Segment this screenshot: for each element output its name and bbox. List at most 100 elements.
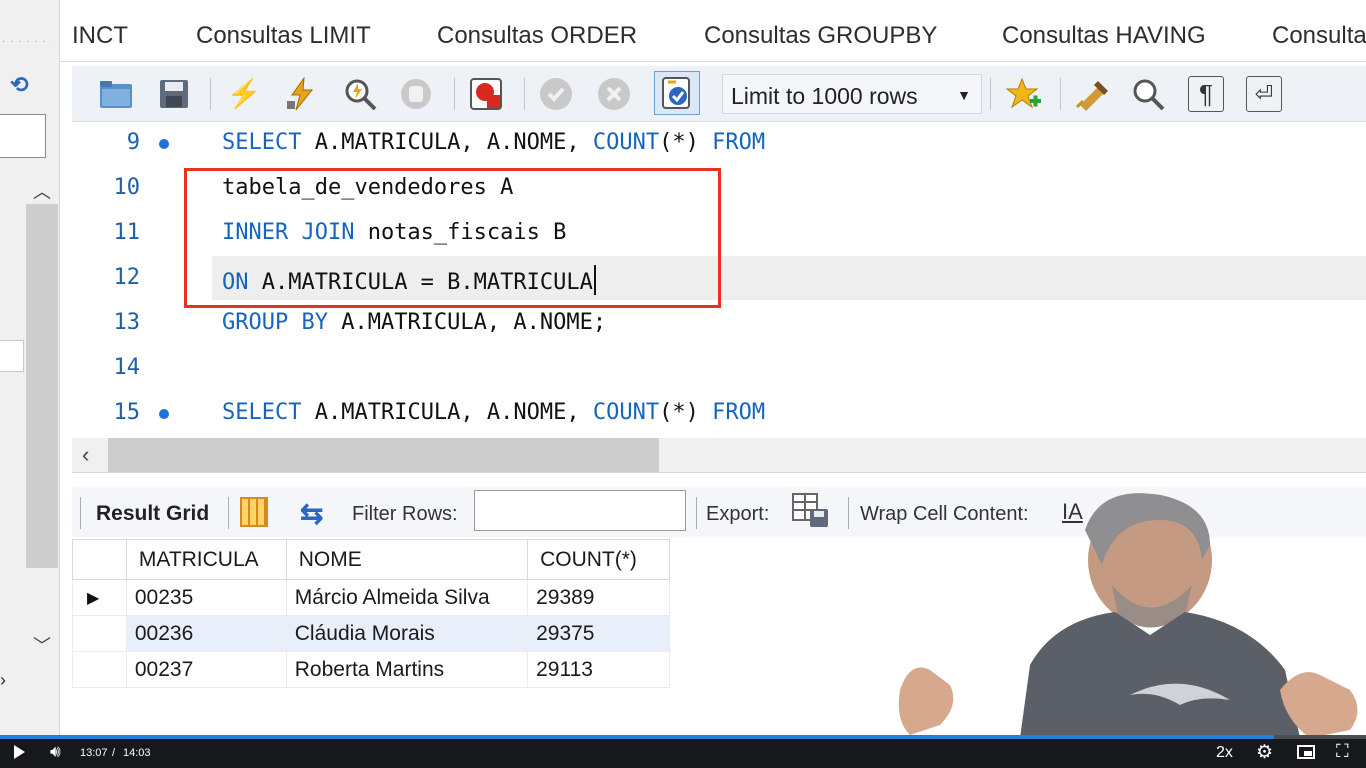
cell-nome[interactable]: Márcio Almeida Silva [285, 579, 529, 616]
cell-matricula[interactable]: 00236 [125, 615, 287, 652]
chevron-down-icon[interactable]: ﹀ [33, 632, 51, 658]
sql-keyword: COUNT [592, 130, 660, 155]
limit-rows-value: Limit to 1000 rows [731, 83, 918, 109]
table-row[interactable]: 00236 Cláudia Morais 29375 [72, 615, 670, 652]
cell-count[interactable]: 29375 [527, 615, 670, 652]
column-header[interactable]: NOME [285, 539, 529, 580]
expand-panel-icon[interactable]: › [0, 670, 6, 691]
editor-horizontal-scrollbar[interactable]: ‹ [72, 438, 1366, 472]
app-window: · · · · · · · · · · · · ⟲ ︿ ﹀ › INCT Con… [0, 0, 1366, 768]
toggle-error-icon[interactable] [468, 76, 504, 112]
column-header[interactable]: MATRICULA [125, 539, 287, 580]
result-grid-tab[interactable]: Result Grid [96, 502, 209, 526]
rollback-icon[interactable] [596, 76, 632, 112]
limit-rows-select[interactable]: Limit to 1000 rows ▼ [722, 74, 982, 114]
table-header-row: MATRICULA NOME COUNT(*) [72, 539, 670, 580]
total-time: 14:03 [123, 747, 151, 759]
refresh-icon[interactable]: ⇆ [300, 497, 323, 530]
sql-keyword: COUNT [592, 400, 660, 425]
sql-text: (*) [659, 130, 713, 155]
navigator-item[interactable] [0, 340, 24, 372]
word-wrap-icon[interactable]: ⏎ [1246, 76, 1282, 112]
tab-consultas-groupby[interactable]: Consultas GROUPBY [704, 22, 937, 50]
volume-icon[interactable]: 🔊︎ [50, 743, 61, 760]
export-icon[interactable] [792, 493, 830, 529]
code-text: SELECT A.MATRICULA, A.NOME, COUNT(*) FRO… [222, 130, 765, 155]
row-marker [72, 615, 127, 652]
execute-current-icon[interactable] [284, 76, 320, 112]
column-header[interactable]: COUNT(*) [527, 539, 670, 580]
tab-consultas-order[interactable]: Consultas ORDER [437, 22, 637, 50]
cell-nome[interactable]: Cláudia Morais [285, 615, 529, 652]
filter-rows-label: Filter Rows: [352, 503, 458, 525]
execute-icon[interactable]: ⚡ [226, 76, 262, 112]
tab-consultas-having[interactable]: Consultas HAVING [1002, 22, 1206, 50]
tab-consultas-limit[interactable]: Consultas LIMIT [196, 22, 371, 50]
refresh-icon[interactable]: ⟲ [10, 72, 36, 98]
playback-speed-button[interactable]: 2x [1216, 744, 1233, 762]
code-line[interactable]: 15 SELECT A.MATRICULA, A.NOME, COUNT(*) F… [72, 392, 1366, 437]
stop-icon[interactable] [398, 76, 434, 112]
sql-editor-toolbar: ⚡ Limit to 1000 rows ▼ ¶ ⏎ [72, 66, 1366, 122]
filter-rows-input[interactable] [474, 490, 686, 531]
find-icon[interactable] [1130, 76, 1166, 112]
code-line[interactable]: 13 GROUP BY A.MATRICULA, A.NOME; [72, 302, 1366, 347]
sql-keyword: FROM [712, 400, 766, 425]
toolbar-separator [454, 78, 455, 110]
commit-icon[interactable] [538, 76, 574, 112]
add-snippet-icon[interactable] [1006, 76, 1042, 112]
line-number: 13 [113, 310, 141, 335]
tab-consulta[interactable]: Consulta [1272, 22, 1366, 50]
row-marker [72, 651, 127, 688]
beautify-icon[interactable] [1074, 76, 1110, 112]
panel-grip[interactable]: · · · · · · · · · · · · [2, 36, 52, 46]
scrollbar-thumb[interactable] [26, 204, 58, 568]
query-tab-bar: INCT Consultas LIMIT Consultas ORDER Con… [60, 0, 1366, 62]
navigator-scrollbar[interactable]: ︿ ﹀ [26, 174, 58, 664]
cell-nome[interactable]: Roberta Martins [285, 651, 529, 688]
sql-text: (*) [659, 400, 713, 425]
sql-keyword: FROM [712, 130, 766, 155]
invisible-chars-icon[interactable]: ¶ [1188, 76, 1224, 112]
cell-count[interactable]: 29389 [527, 579, 670, 616]
open-folder-icon[interactable] [98, 76, 134, 112]
gear-icon[interactable]: ⚙ [1256, 741, 1273, 764]
grid-layout-icon[interactable] [240, 497, 268, 527]
toolbar-separator [848, 497, 849, 529]
code-text: GROUP BY A.MATRICULA, A.NOME; [222, 310, 606, 335]
code-line[interactable]: 9 SELECT A.MATRICULA, A.NOME, COUNT(*) FR… [72, 122, 1366, 167]
schema-filter-input[interactable] [0, 114, 46, 158]
explain-icon[interactable] [342, 76, 378, 112]
chevron-up-icon[interactable]: ︿ [33, 178, 51, 204]
fullscreen-icon[interactable]: ⛶ [1336, 741, 1349, 762]
chevron-left-icon[interactable]: ‹ [82, 442, 89, 468]
cell-count[interactable]: 29113 [527, 651, 670, 688]
line-number: 12 [113, 265, 141, 290]
code-line[interactable]: 14 [72, 347, 1366, 392]
scrollbar-thumb[interactable] [108, 438, 659, 472]
save-icon[interactable] [156, 76, 192, 112]
navigator-panel: · · · · · · · · · · · · ⟲ ︿ ﹀ › [0, 0, 60, 735]
cell-matricula[interactable]: 00237 [125, 651, 287, 688]
video-progress-bar[interactable] [0, 735, 1366, 739]
annotation-highlight-box [184, 168, 721, 308]
result-grid: MATRICULA NOME COUNT(*) ▶ 00235 Márcio A… [72, 539, 670, 688]
line-number: 9 [126, 130, 140, 155]
video-player-controls: 🔊︎ 13:07 / 14:03 2x ⚙ ⛶ [0, 735, 1366, 768]
line-number: 10 [113, 175, 141, 200]
tab-distinct[interactable]: INCT [72, 22, 128, 50]
toolbar-separator [210, 78, 211, 110]
picture-in-picture-icon[interactable] [1297, 745, 1315, 759]
cell-matricula[interactable]: 00235 [125, 579, 287, 616]
play-icon[interactable] [14, 745, 25, 759]
autocommit-icon[interactable] [654, 71, 700, 115]
row-marker-header [72, 539, 127, 580]
toolbar-separator [1060, 78, 1061, 110]
sql-text: A.MATRICULA, A.NOME; [327, 310, 607, 335]
table-row[interactable]: ▶ 00235 Márcio Almeida Silva 29389 [72, 579, 670, 616]
toolbar-separator [80, 497, 81, 529]
table-row[interactable]: 00237 Roberta Martins 29113 [72, 651, 670, 688]
toolbar-separator [990, 78, 991, 110]
line-number: 15 [113, 400, 141, 425]
time-separator: / [112, 747, 116, 759]
